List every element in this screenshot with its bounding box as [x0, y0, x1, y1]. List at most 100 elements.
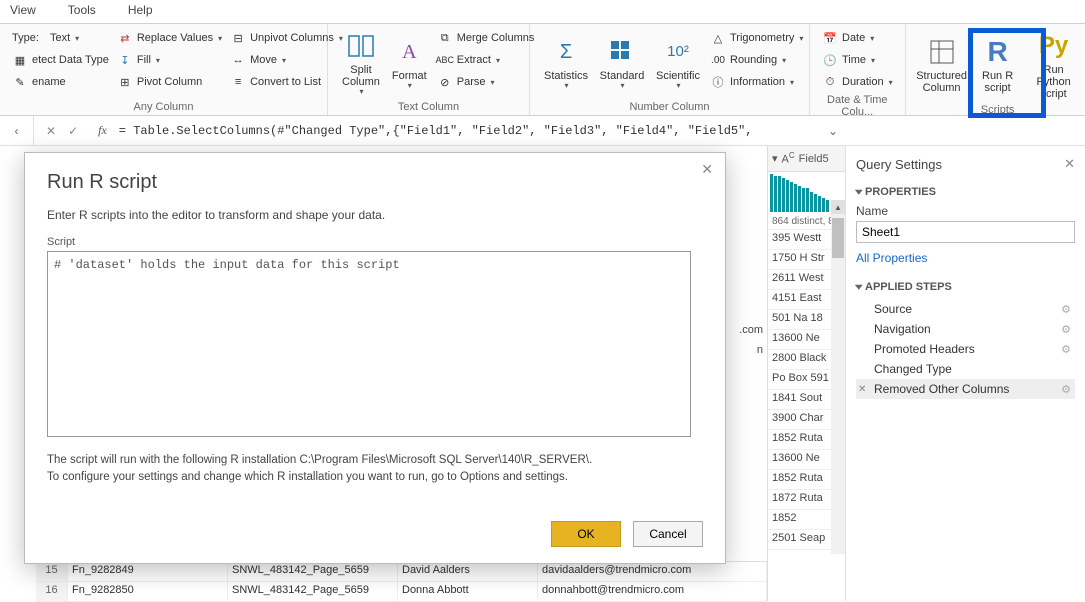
- convert-to-list[interactable]: ≡Convert to List: [230, 72, 343, 92]
- menu-bar: View Tools Help: [0, 0, 1085, 24]
- clock-icon: 🕒: [822, 52, 838, 68]
- formula-input[interactable]: = Table.SelectColumns(#"Changed Type",{"…: [115, 120, 821, 142]
- cell-fragment: n: [735, 342, 767, 362]
- rounding[interactable]: .00Rounding▾: [710, 50, 803, 70]
- gear-icon[interactable]: ⚙: [1061, 303, 1071, 316]
- structured-column[interactable]: Structured Column: [914, 28, 970, 102]
- triangle-icon: △: [710, 30, 726, 46]
- formula-row: ‹ ✕ ✓ fx = Table.SelectColumns(#"Changed…: [0, 116, 1085, 146]
- fill[interactable]: ↧Fill▾: [117, 50, 222, 70]
- data-type-dropdown[interactable]: Type: Text▾: [12, 28, 109, 48]
- pivot-icon: ⊞: [117, 74, 133, 90]
- properties-section[interactable]: PROPERTIES: [856, 186, 1075, 198]
- table-row[interactable]: 15Fn_9282849SNWL_483142_Page_5659David A…: [36, 562, 767, 582]
- gear-icon[interactable]: ⚙: [1061, 383, 1071, 396]
- fx-icon[interactable]: fx: [90, 123, 115, 138]
- formula-expand[interactable]: ⌄: [821, 124, 845, 138]
- data-column-field5: ▾ AC Field5 864 distinct, 8 395 Westt175…: [767, 146, 845, 601]
- scroll-up-arrow[interactable]: ▲: [831, 200, 845, 214]
- trigonometry[interactable]: △Trigonometry▾: [710, 28, 803, 48]
- nav-prev[interactable]: ‹: [0, 116, 34, 145]
- extract[interactable]: ABCExtract▾: [437, 50, 535, 70]
- time[interactable]: 🕒Time▾: [822, 50, 893, 70]
- script-textarea[interactable]: [47, 251, 691, 437]
- applied-step[interactable]: Promoted Headers⚙: [856, 339, 1075, 359]
- run-r-script-dialog: ✕ Run R script Enter R scripts into the …: [24, 152, 726, 564]
- close-panel[interactable]: ✕: [1064, 156, 1075, 172]
- split-icon: [345, 30, 377, 62]
- standard-icon: [606, 36, 638, 68]
- script-label: Script: [47, 236, 703, 248]
- struct-icon: [926, 36, 958, 68]
- group-number-column: Number Column: [538, 99, 801, 113]
- group-text-column: Text Column: [336, 99, 521, 113]
- move[interactable]: ↔Move▾: [230, 50, 343, 70]
- scroll-thumb[interactable]: [832, 218, 844, 258]
- panel-title: Query Settings: [856, 157, 942, 172]
- replace-values[interactable]: ⇄Replace Values▾: [117, 28, 222, 48]
- rename[interactable]: ✎ename: [12, 72, 109, 92]
- menu-help[interactable]: Help: [128, 3, 153, 20]
- data-grid: 15Fn_9282849SNWL_483142_Page_5659David A…: [36, 561, 767, 601]
- statistics[interactable]: ΣStatistics▾: [538, 28, 594, 99]
- merge-icon: ⧉: [437, 30, 453, 46]
- rename-icon: ✎: [12, 74, 28, 90]
- rounding-icon: .00: [710, 52, 726, 68]
- duration[interactable]: ⏱Duration▾: [822, 72, 893, 92]
- detect-data-type[interactable]: ▦etect Data Type: [12, 50, 109, 70]
- standard[interactable]: Standard▾: [594, 28, 650, 99]
- format-icon: A: [393, 36, 425, 68]
- cell-fragment: .com: [735, 322, 767, 342]
- applied-step[interactable]: ✕Removed Other Columns⚙: [856, 379, 1075, 399]
- run-r-script-button[interactable]: RRun R script: [970, 28, 1026, 102]
- duration-icon: ⏱: [822, 74, 838, 90]
- unpivot-columns[interactable]: ⊟Unpivot Columns▾: [230, 28, 343, 48]
- cancel-button[interactable]: Cancel: [633, 521, 703, 547]
- filter-dropdown-icon[interactable]: ▾: [772, 152, 778, 165]
- date[interactable]: 📅Date▾: [822, 28, 893, 48]
- applied-step[interactable]: Source⚙: [856, 299, 1075, 319]
- name-label: Name: [856, 204, 1075, 218]
- gear-icon[interactable]: ⚙: [1061, 343, 1071, 356]
- sigma-icon: Σ: [550, 36, 582, 68]
- menu-tools[interactable]: Tools: [68, 3, 96, 20]
- ribbon: Type: Text▾ ▦etect Data Type ✎ename ⇄Rep…: [0, 24, 1085, 116]
- parse-icon: ⊘: [437, 74, 453, 90]
- group-datetime-column: Date & Time Colu...: [818, 92, 897, 118]
- info-icon: ⓘ: [710, 74, 726, 90]
- applied-steps-section[interactable]: APPLIED STEPS: [856, 281, 1075, 293]
- applied-step[interactable]: Navigation⚙: [856, 319, 1075, 339]
- replace-icon: ⇄: [117, 30, 133, 46]
- formula-accept[interactable]: ✓: [68, 124, 78, 138]
- group-scripts: Scripts: [914, 102, 1082, 116]
- gear-icon[interactable]: ⚙: [1061, 323, 1071, 336]
- vertical-scrollbar[interactable]: ▲: [831, 214, 845, 554]
- list-icon: ≡: [230, 74, 246, 90]
- scientific[interactable]: 10²Scientific▾: [650, 28, 706, 99]
- merge-columns[interactable]: ⧉Merge Columns: [437, 28, 535, 48]
- move-icon: ↔: [230, 52, 246, 68]
- dialog-info-settings: To configure your settings and change wh…: [47, 469, 703, 486]
- split-column[interactable]: Split Column▾: [336, 28, 386, 99]
- query-name-input[interactable]: [856, 221, 1075, 243]
- r-icon: R: [982, 36, 1014, 68]
- parse[interactable]: ⊘Parse▾: [437, 72, 535, 92]
- pivot-column[interactable]: ⊞Pivot Column: [117, 72, 222, 92]
- information[interactable]: ⓘInformation▾: [710, 72, 803, 92]
- column-header[interactable]: ▾ AC Field5: [768, 146, 845, 172]
- scientific-icon: 10²: [662, 36, 694, 68]
- applied-step[interactable]: Changed Type: [856, 359, 1075, 379]
- group-any-column: Any Column: [8, 99, 319, 113]
- format[interactable]: A Format▾: [386, 28, 433, 99]
- fill-icon: ↧: [117, 52, 133, 68]
- ok-button[interactable]: OK: [551, 521, 621, 547]
- formula-cancel[interactable]: ✕: [46, 124, 56, 138]
- all-properties-link[interactable]: All Properties: [856, 251, 1075, 265]
- dialog-close[interactable]: ✕: [701, 161, 713, 178]
- menu-view[interactable]: View: [10, 3, 36, 20]
- delete-step-icon[interactable]: ✕: [858, 384, 866, 395]
- calendar-icon: 📅: [822, 30, 838, 46]
- run-python-script-button[interactable]: PyRun Python script: [1026, 28, 1082, 102]
- table-row[interactable]: 16Fn_9282850SNWL_483142_Page_5659Donna A…: [36, 582, 767, 602]
- type-indicator: AC: [782, 151, 795, 166]
